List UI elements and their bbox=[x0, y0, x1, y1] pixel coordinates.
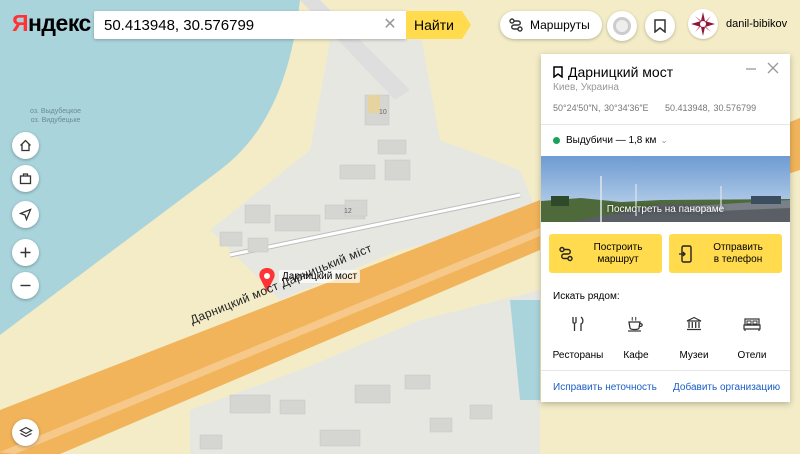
layers-icon bbox=[18, 426, 33, 437]
coordinates-dms[interactable]: 50°24′50″N, 30°34′36″E bbox=[553, 103, 649, 113]
zoom-in-button[interactable] bbox=[12, 239, 39, 266]
search-box: ✕ bbox=[94, 11, 406, 39]
send-phone-label-1: Отправить bbox=[713, 241, 763, 253]
place-card: Дарницкий мост Киев, Украина 50°24′50″N,… bbox=[541, 54, 790, 402]
bookmark-icon bbox=[654, 19, 666, 33]
home-icon bbox=[20, 139, 31, 152]
metro-text: Выдубичи — 1,8 км bbox=[566, 135, 657, 146]
username: danil-bibikov bbox=[726, 18, 788, 30]
build-route-button[interactable]: Построить маршрут bbox=[549, 234, 662, 273]
plus-icon bbox=[20, 247, 31, 258]
coordinates-decimal[interactable]: 50.413948, 30.576799 bbox=[665, 103, 756, 113]
lake-label-ru: оз. Выдубецкое bbox=[30, 108, 82, 115]
user-menu[interactable]: danil-bibikov bbox=[688, 9, 787, 39]
divider bbox=[541, 370, 790, 371]
nearest-metro[interactable]: Выдубичи — 1,8 км ⌄ bbox=[553, 135, 668, 146]
card-subtitle: Киев, Украина bbox=[553, 82, 619, 93]
yandex-logo[interactable]: Яндекс bbox=[12, 10, 91, 37]
divider bbox=[541, 124, 790, 125]
nearby-title: Искать рядом: bbox=[553, 291, 620, 302]
nearby-label: Рестораны bbox=[552, 350, 604, 361]
phone-icon bbox=[679, 244, 692, 263]
avatar bbox=[688, 9, 718, 39]
location-arrow-icon bbox=[19, 208, 32, 221]
metro-line-icon bbox=[553, 137, 560, 144]
bookmarks-button[interactable] bbox=[645, 11, 675, 41]
send-phone-label-2: в телефон bbox=[713, 253, 763, 265]
layers-mode-button[interactable] bbox=[607, 11, 637, 41]
find-button-arrow bbox=[462, 11, 471, 39]
logo-first-letter: Я bbox=[12, 10, 29, 36]
search-input[interactable] bbox=[94, 11, 384, 39]
fix-inaccuracy-link[interactable]: Исправить неточность bbox=[553, 382, 657, 393]
nearby-label: Музеи bbox=[679, 350, 709, 361]
bed-icon bbox=[743, 318, 761, 331]
panorama-preview[interactable]: Посмотреть на панораме bbox=[541, 156, 790, 222]
build-route-label-2: маршрут bbox=[597, 253, 639, 265]
send-to-phone-button[interactable]: Отправить в телефон bbox=[669, 234, 782, 273]
nearby-label: Кафе bbox=[623, 350, 649, 361]
lake-label: оз. Выдубецкое оз. Видубецьке bbox=[30, 107, 81, 125]
zoom-out-button[interactable] bbox=[12, 272, 39, 299]
card-title-text: Дарницкий мост bbox=[568, 64, 674, 80]
map-layers-button[interactable] bbox=[12, 419, 39, 446]
coffee-cup-icon bbox=[628, 316, 643, 332]
nearby-museums[interactable]: Музеи bbox=[663, 316, 725, 361]
route-icon bbox=[509, 18, 523, 32]
routes-button[interactable]: Маршруты bbox=[500, 11, 602, 39]
route-icon bbox=[559, 246, 573, 261]
nearby-hotels[interactable]: Отели bbox=[721, 316, 783, 361]
bookmark-icon[interactable] bbox=[553, 66, 563, 78]
nearby-cafe[interactable]: Кафе bbox=[605, 316, 667, 361]
build-route-label-1: Построить bbox=[593, 241, 643, 253]
fork-knife-icon bbox=[572, 316, 584, 331]
close-icon[interactable] bbox=[765, 60, 781, 76]
nearby-label: Отели bbox=[737, 350, 767, 361]
avatar-star-icon bbox=[691, 12, 715, 36]
briefcase-icon bbox=[19, 173, 32, 185]
minimize-icon[interactable] bbox=[744, 62, 758, 76]
logo-rest: ндекс bbox=[28, 10, 91, 36]
building-number: 10 bbox=[379, 109, 387, 116]
building-number: 12 bbox=[344, 208, 352, 215]
traffic-icon bbox=[613, 17, 631, 35]
add-organization-link[interactable]: Добавить организацию bbox=[673, 382, 780, 393]
panorama-label: Посмотреть на панораме bbox=[606, 204, 725, 215]
briefcase-button[interactable] bbox=[12, 165, 39, 192]
clear-icon[interactable]: ✕ bbox=[382, 17, 398, 33]
coordinates: 50°24′50″N, 30°34′36″E 50.413948, 30.576… bbox=[553, 103, 756, 113]
home-button[interactable] bbox=[12, 132, 39, 159]
find-button[interactable]: Найти bbox=[406, 11, 462, 39]
chevron-down-icon: ⌄ bbox=[660, 135, 668, 145]
museum-icon bbox=[686, 316, 702, 331]
geolocation-button[interactable] bbox=[12, 201, 39, 228]
minus-icon bbox=[20, 284, 31, 287]
routes-label: Маршруты bbox=[530, 18, 590, 32]
nearby-restaurants[interactable]: Рестораны bbox=[547, 316, 609, 361]
card-title: Дарницкий мост bbox=[553, 64, 673, 80]
lake-label-ua: оз. Видубецьке bbox=[30, 117, 81, 124]
